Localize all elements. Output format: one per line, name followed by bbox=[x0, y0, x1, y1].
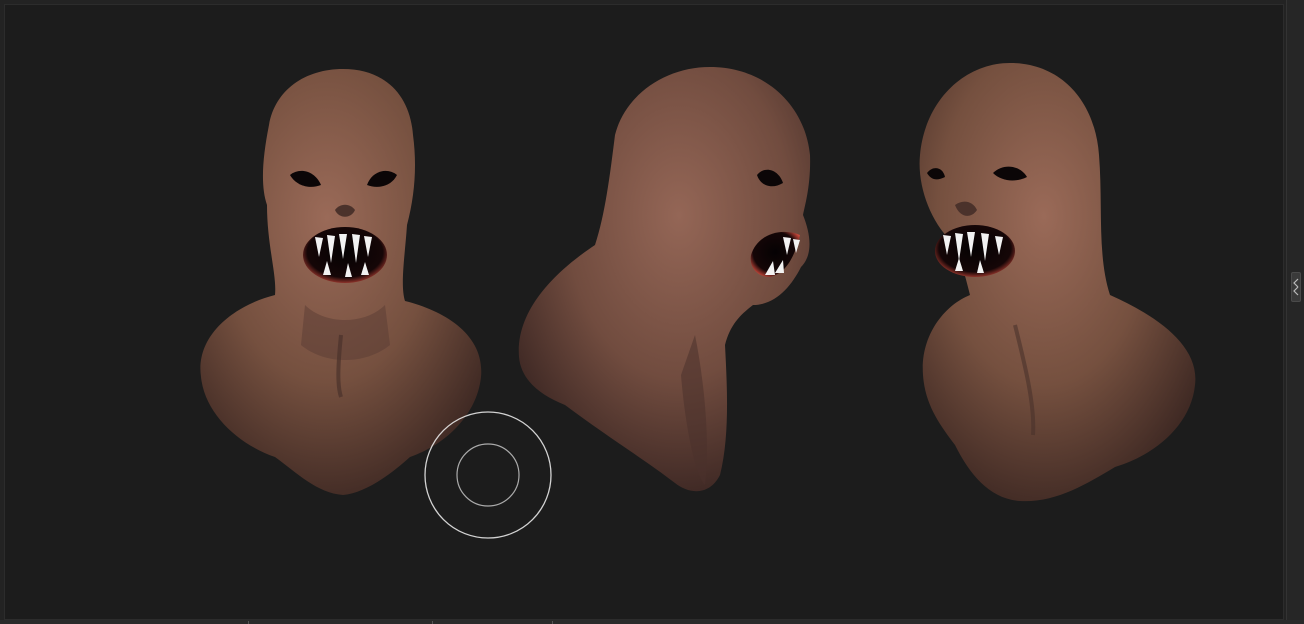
sculpt-scene[interactable] bbox=[5, 5, 1284, 620]
chevron-arrows-icon bbox=[1293, 278, 1299, 296]
bottom-shelf-edge bbox=[0, 620, 1304, 624]
sculpt-model-front[interactable] bbox=[200, 69, 482, 495]
sculpt-model-side[interactable] bbox=[518, 67, 811, 492]
sculpt-model-three-quarter[interactable] bbox=[919, 63, 1196, 502]
double-circle-cursor-icon bbox=[424, 411, 552, 539]
canvas-viewport[interactable] bbox=[4, 4, 1284, 620]
zbrush-app-window bbox=[0, 0, 1304, 624]
tray-toggle-handle[interactable] bbox=[1291, 272, 1301, 302]
right-tray-edge bbox=[1286, 0, 1304, 624]
